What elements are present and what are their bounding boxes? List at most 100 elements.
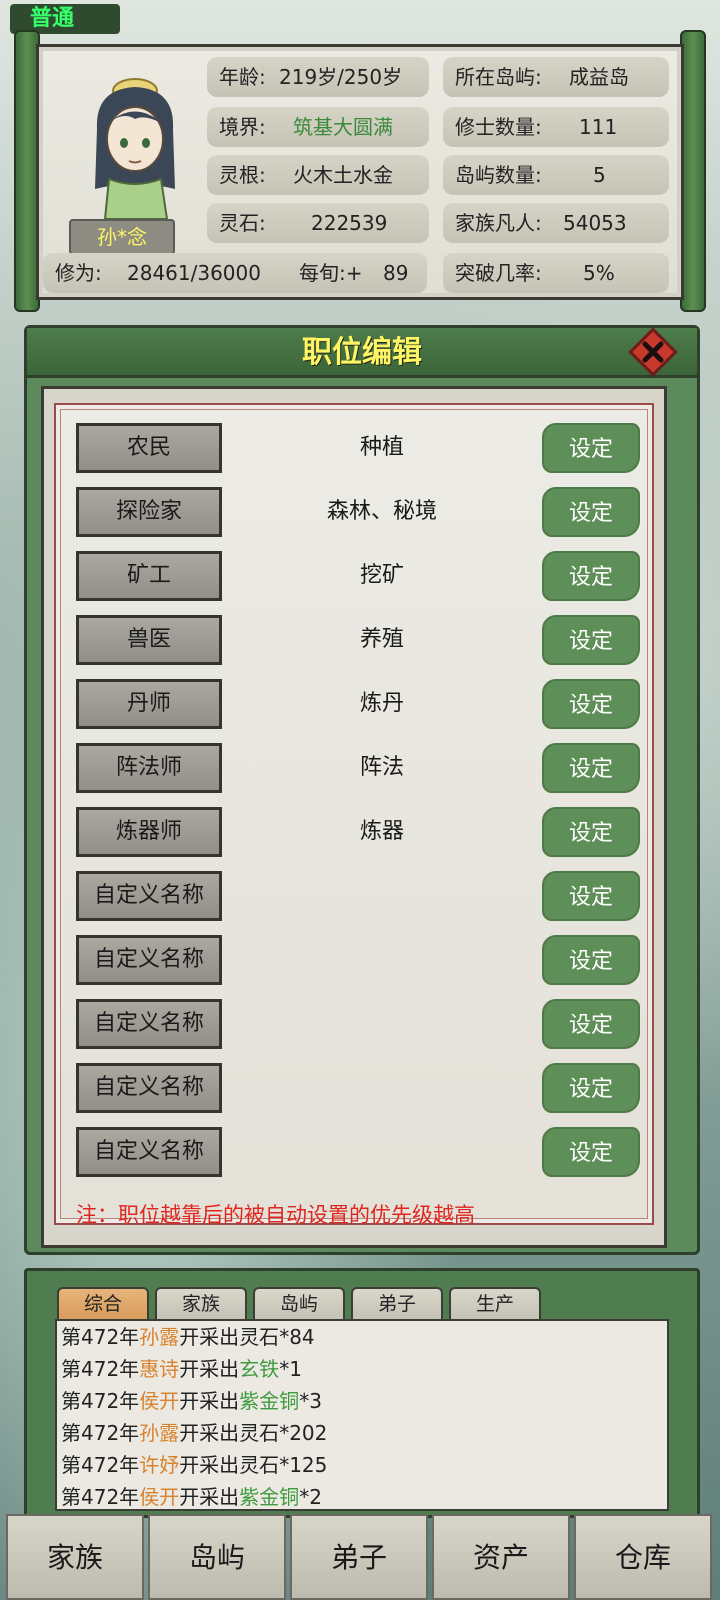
set-button[interactable]: 设定 — [542, 551, 640, 601]
mortals-value: 54053 — [563, 211, 627, 235]
set-button[interactable]: 设定 — [542, 871, 640, 921]
job-list: 注：职位越靠后的被自动设置的优先级越高 农民 种植 设定 探险家 森林、秘境 设定 矿工 挖矿… — [54, 403, 656, 1227]
island-label: 所在岛屿: — [455, 65, 542, 89]
per-turn-label: 每旬:+ — [299, 261, 363, 285]
bottom-navigation: 家族 岛屿 弟子 资产 仓库 — [0, 1514, 720, 1600]
breakthrough-value: 5% — [583, 261, 615, 285]
cultivation-label: 修为: — [55, 261, 102, 285]
job-row: 阵法师 阵法 设定 — [56, 743, 656, 793]
stone-value: 222539 — [311, 211, 388, 235]
role-name-button[interactable]: 探险家 — [76, 487, 222, 537]
job-row: 丹师 炼丹 设定 — [56, 679, 656, 729]
priority-note: 注：职位越靠后的被自动设置的优先级越高 — [76, 1203, 475, 1227]
role-name-button[interactable]: 自定义名称 — [76, 935, 222, 985]
cultivators-value: 111 — [579, 115, 618, 139]
nav-button[interactable]: 岛屿 — [148, 1514, 286, 1600]
root-label: 灵根: — [219, 163, 266, 187]
role-name-button[interactable]: 阵法师 — [76, 743, 222, 793]
role-description — [242, 935, 522, 985]
log-tab[interactable]: 岛屿 — [253, 1287, 345, 1319]
log-tab[interactable]: 生产 — [449, 1287, 541, 1319]
set-button[interactable]: 设定 — [542, 999, 640, 1049]
role-name-button[interactable]: 矿工 — [76, 551, 222, 601]
log-tab[interactable]: 弟子 — [351, 1287, 443, 1319]
islands-label: 岛屿数量: — [455, 163, 542, 187]
log-person: 侯开 — [139, 1389, 180, 1413]
log-entry: 第472年侯开开采出紫金铜*2 — [61, 1481, 322, 1509]
log-item: 灵石 — [239, 1325, 280, 1349]
nav-button[interactable]: 资产 — [432, 1514, 570, 1600]
log-person: 惠诗 — [139, 1357, 180, 1381]
age-value: 219岁/250岁 — [279, 65, 403, 89]
role-name-button[interactable]: 自定义名称 — [76, 1127, 222, 1177]
log-item: 灵石 — [239, 1453, 280, 1477]
log-quantity: *202 — [279, 1421, 328, 1445]
job-row: 自定义名称 设定 — [56, 871, 656, 921]
log-person: 孙露 — [139, 1421, 180, 1445]
close-icon[interactable] — [627, 326, 679, 378]
log-quantity: *3 — [299, 1389, 322, 1413]
cultivation-value: 28461/36000 — [127, 261, 261, 285]
cultivator-count-stat: 修士数量: 111 — [443, 107, 669, 147]
log-year: 第472年 — [61, 1325, 140, 1349]
role-name-button[interactable]: 自定义名称 — [76, 999, 222, 1049]
island-value: 成益岛 — [569, 65, 629, 89]
set-button[interactable]: 设定 — [542, 1127, 640, 1177]
role-description: 挖矿 — [359, 563, 404, 588]
log-year: 第472年 — [61, 1485, 140, 1509]
breakthrough-label: 突破几率: — [455, 261, 542, 285]
set-button[interactable]: 设定 — [542, 935, 640, 985]
mortal-count-stat: 家族凡人: 54053 — [443, 203, 669, 243]
stone-label: 灵石: — [219, 211, 266, 235]
avatar[interactable] — [75, 69, 195, 220]
islands-value: 5 — [593, 163, 606, 187]
log-tab[interactable]: 综合 — [57, 1287, 149, 1319]
set-button[interactable]: 设定 — [542, 679, 640, 729]
realm-label: 境界: — [219, 115, 266, 139]
set-button[interactable]: 设定 — [542, 1063, 640, 1113]
role-name-button[interactable]: 自定义名称 — [76, 1063, 222, 1113]
log-quantity: *2 — [299, 1485, 322, 1509]
log-quantity: *1 — [279, 1357, 302, 1381]
log-entry: 第472年惠诗开采出玄铁*1 — [61, 1353, 302, 1385]
job-row: 自定义名称 设定 — [56, 935, 656, 985]
realm-stat: 境界: 筑基大圆满 — [207, 107, 429, 147]
log-action: 开采出 — [179, 1485, 240, 1509]
role-description: 养殖 — [359, 627, 404, 652]
role-name-button[interactable]: 兽医 — [76, 615, 222, 665]
island-stat: 所在岛屿: 成益岛 — [443, 57, 669, 97]
role-name-button[interactable]: 农民 — [76, 423, 222, 473]
role-description — [242, 1127, 522, 1177]
log-tab[interactable]: 家族 — [155, 1287, 247, 1319]
role-name-button[interactable]: 丹师 — [76, 679, 222, 729]
set-button[interactable]: 设定 — [542, 743, 640, 793]
set-button[interactable]: 设定 — [542, 807, 640, 857]
role-description: 森林、秘境 — [326, 499, 437, 524]
log-person: 侯开 — [139, 1485, 180, 1509]
breakthrough-stat: 突破几率: 5% — [443, 253, 669, 293]
set-button[interactable]: 设定 — [542, 487, 640, 537]
log-year: 第472年 — [61, 1389, 140, 1413]
log-item: 紫金铜 — [239, 1389, 300, 1413]
role-name-button[interactable]: 自定义名称 — [76, 871, 222, 921]
log-person: 许妤 — [139, 1453, 180, 1477]
set-button[interactable]: 设定 — [542, 423, 640, 473]
per-turn-value: 89 — [383, 261, 409, 285]
player-name[interactable]: 孙*念 — [69, 219, 175, 255]
island-count-stat: 岛屿数量: 5 — [443, 155, 669, 195]
nav-button[interactable]: 仓库 — [574, 1514, 712, 1600]
log-action: 开采出 — [179, 1421, 240, 1445]
log-panel: 综合 家族 岛屿 弟子 生产 第472年孙露开采出灵石*84 第472年惠诗开采出玄铁*1… — [24, 1268, 700, 1518]
set-button[interactable]: 设定 — [542, 615, 640, 665]
nav-button[interactable]: 弟子 — [290, 1514, 428, 1600]
job-row: 兽医 养殖 设定 — [56, 615, 656, 665]
log-list[interactable]: 第472年孙露开采出灵石*84 第472年惠诗开采出玄铁*1 第472年侯开开采出紫… — [55, 1319, 669, 1511]
role-name-button[interactable]: 炼器师 — [76, 807, 222, 857]
age-stat: 年龄: 219岁/250岁 — [207, 57, 429, 97]
log-quantity: *125 — [279, 1453, 328, 1477]
log-year: 第472年 — [61, 1357, 140, 1381]
status-paper: 孙*念 年龄: 219岁/250岁 境界: 筑基大圆满 灵根: 火木土水金 灵石… — [36, 44, 684, 300]
role-description — [242, 1063, 522, 1113]
nav-button[interactable]: 家族 — [6, 1514, 144, 1600]
role-description: 阵法 — [359, 755, 404, 780]
